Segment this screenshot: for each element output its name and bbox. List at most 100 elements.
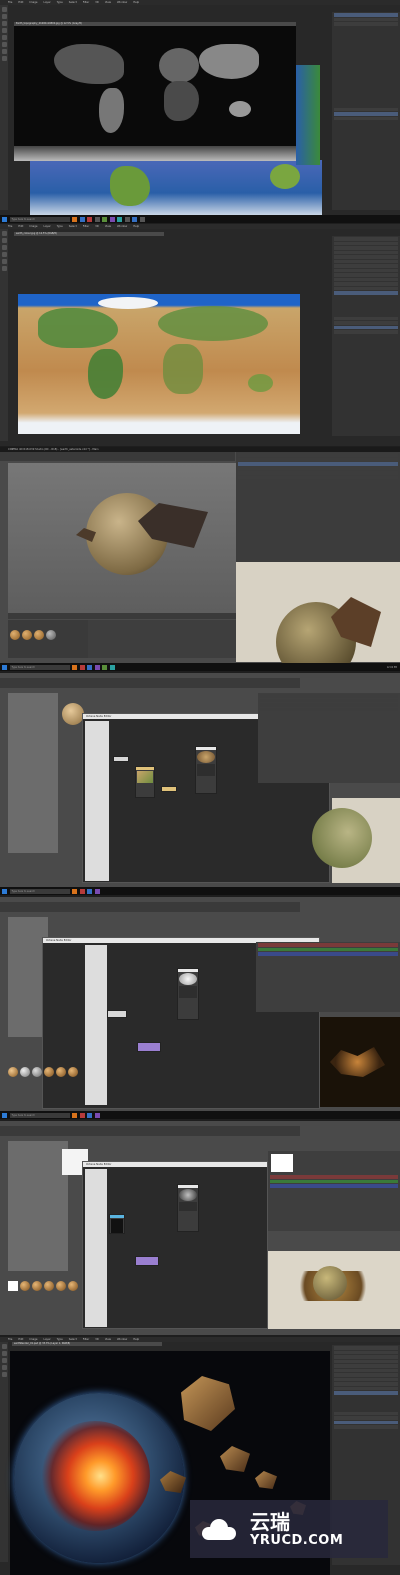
material-node[interactable] <box>195 746 217 794</box>
material-swatch[interactable] <box>44 1281 54 1291</box>
menu-type[interactable]: Type <box>57 224 63 229</box>
app-icon[interactable] <box>94 1112 100 1118</box>
material-swatch[interactable] <box>32 1281 42 1291</box>
brush-tool-icon[interactable] <box>1 35 7 40</box>
image-texture-node[interactable] <box>135 766 155 798</box>
material-swatch[interactable] <box>8 1281 18 1291</box>
taskbar-search-input[interactable]: Type here to search <box>9 1112 70 1118</box>
attribute-row[interactable] <box>260 694 398 698</box>
menu-help[interactable]: Help <box>133 0 139 5</box>
menu-layer[interactable]: Layer <box>44 224 51 229</box>
move-tool-icon[interactable] <box>1 231 7 236</box>
object-row[interactable] <box>238 475 398 479</box>
history-row[interactable] <box>334 1373 398 1377</box>
lasso-tool-icon[interactable] <box>1 245 7 250</box>
crop-tool-icon[interactable] <box>1 252 7 257</box>
layer-row[interactable] <box>334 1411 398 1415</box>
attribute-row[interactable] <box>270 1175 398 1179</box>
app-icon[interactable] <box>102 216 107 222</box>
menu-window[interactable]: Window <box>117 224 127 229</box>
layer-row[interactable] <box>334 17 398 21</box>
layer-row[interactable] <box>334 316 398 320</box>
object-row[interactable] <box>238 462 398 466</box>
attribute-row[interactable] <box>270 1184 398 1188</box>
app-icon[interactable] <box>94 216 100 222</box>
app-icon[interactable] <box>117 216 122 222</box>
taskbar-search-input[interactable]: Type here to search <box>9 216 70 222</box>
attribute-row[interactable] <box>260 707 398 711</box>
layer-row[interactable] <box>334 1416 398 1420</box>
app-icon[interactable] <box>109 216 115 222</box>
eraser-tool-icon[interactable] <box>1 42 7 47</box>
history-row[interactable] <box>334 273 398 277</box>
app-icon[interactable] <box>79 664 85 670</box>
menu-select[interactable]: Select <box>69 224 77 229</box>
menu-file[interactable]: File <box>8 224 12 229</box>
attribute-row[interactable] <box>260 698 398 702</box>
brush-tool-icon[interactable] <box>1 1365 7 1370</box>
material-swatch[interactable] <box>44 1067 54 1077</box>
3d-viewport[interactable] <box>8 693 58 853</box>
layer-row[interactable] <box>334 1420 398 1424</box>
marquee-tool-icon[interactable] <box>1 1351 7 1356</box>
layer-row[interactable] <box>334 107 398 111</box>
menu-select[interactable]: Select <box>69 0 77 5</box>
history-row[interactable] <box>334 282 398 286</box>
crop-tool-icon[interactable] <box>1 28 7 33</box>
node-small[interactable] <box>113 756 129 762</box>
app-icon[interactable] <box>94 888 100 894</box>
app-icon[interactable] <box>94 664 100 670</box>
timeline[interactable] <box>8 613 236 619</box>
menu-edit[interactable]: Edit <box>18 224 23 229</box>
app-icon[interactable] <box>109 664 115 670</box>
windows-start-icon[interactable] <box>2 888 7 894</box>
gradient-tool-icon[interactable] <box>1 49 7 54</box>
app-icon[interactable] <box>72 216 77 222</box>
app-icon[interactable] <box>72 888 77 894</box>
taskbar-search-input[interactable]: Type here to search <box>9 888 70 894</box>
menu-filter[interactable]: Filter <box>83 0 89 5</box>
menu-type[interactable]: Type <box>57 0 63 5</box>
app-icon[interactable] <box>124 216 130 222</box>
document-tab[interactable]: earthRender_01.psd @ 33.3% (Layer 1, RGB… <box>12 1342 162 1346</box>
move-tool-icon[interactable] <box>1 1344 7 1349</box>
object-row[interactable] <box>238 457 398 461</box>
history-row[interactable] <box>334 291 398 295</box>
eraser-tool-icon[interactable] <box>1 266 7 271</box>
brush-tool-icon[interactable] <box>1 259 7 264</box>
layer-row[interactable] <box>334 321 398 325</box>
material-swatch[interactable] <box>56 1281 66 1291</box>
history-row[interactable] <box>334 1355 398 1359</box>
app-icon[interactable] <box>72 1112 77 1118</box>
history-row[interactable] <box>334 1382 398 1386</box>
layer-row[interactable] <box>334 1425 398 1429</box>
menu-filter[interactable]: Filter <box>83 224 89 229</box>
menu-layer[interactable]: Layer <box>44 0 51 5</box>
document-tab[interactable]: earth_colour.jpg @ 12.5% (RGB/8) <box>14 232 164 236</box>
object-row[interactable] <box>238 466 398 470</box>
app-icon[interactable] <box>72 664 77 670</box>
menu-view[interactable]: View <box>105 224 111 229</box>
marquee-tool-icon[interactable] <box>1 14 7 19</box>
history-row[interactable] <box>334 264 398 268</box>
history-row[interactable] <box>334 1364 398 1368</box>
app-icon[interactable] <box>132 216 137 222</box>
layer-row[interactable] <box>334 116 398 120</box>
history-row[interactable] <box>334 246 398 250</box>
material-swatch[interactable] <box>22 630 32 640</box>
taskbar-search-input[interactable]: Type here to search <box>9 664 70 670</box>
layer-row[interactable] <box>334 112 398 116</box>
material-swatch[interactable] <box>32 1067 42 1077</box>
node-purple[interactable] <box>137 1042 161 1052</box>
history-row[interactable] <box>334 250 398 254</box>
material-swatch[interactable] <box>34 630 44 640</box>
image-texture-node[interactable] <box>107 1010 127 1018</box>
attribute-row[interactable] <box>258 943 398 947</box>
3d-viewport[interactable] <box>8 463 236 613</box>
attribute-row[interactable] <box>260 703 398 707</box>
menu-3d[interactable]: 3D <box>95 0 99 5</box>
layer-row[interactable] <box>334 22 398 26</box>
history-row[interactable] <box>334 277 398 281</box>
history-row[interactable] <box>334 259 398 263</box>
history-row[interactable] <box>334 255 398 259</box>
